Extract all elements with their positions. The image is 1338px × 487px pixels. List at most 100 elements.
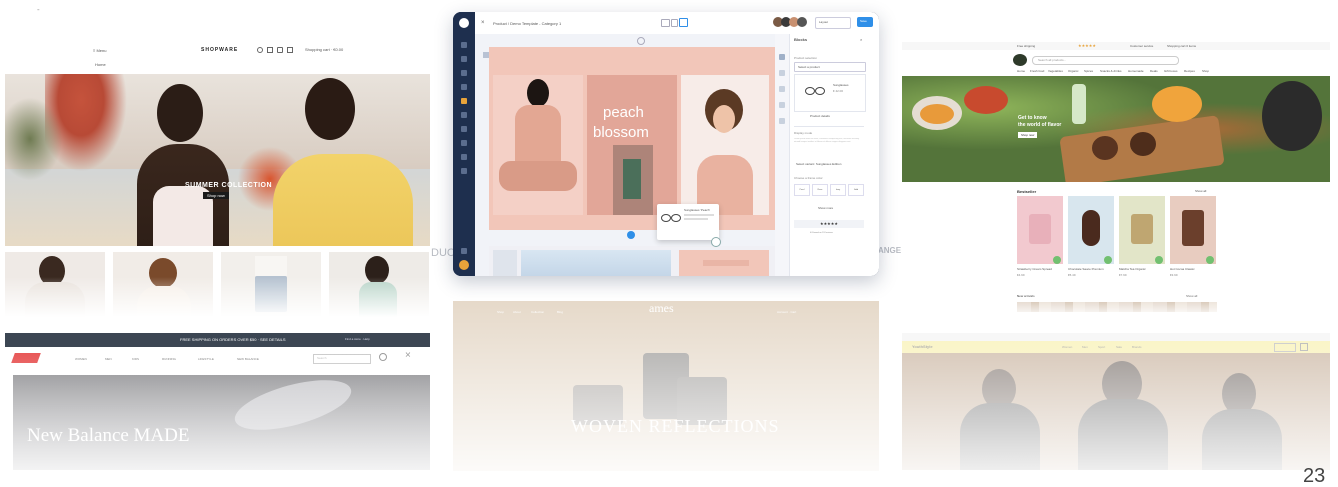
settings-icon[interactable]: [461, 140, 467, 146]
product-thumb-3[interactable]: [221, 252, 321, 317]
nav-link[interactable]: Sale: [1116, 345, 1122, 349]
product-name[interactable]: Matcha Tea Organic: [1119, 267, 1146, 271]
topbar-service[interactable]: Customer service: [1130, 44, 1153, 48]
topbar-cart[interactable]: Shopping cart 0 items: [1167, 44, 1196, 48]
menu-item[interactable]: MEN: [105, 357, 112, 361]
nav-item[interactable]: Recipes: [1184, 69, 1195, 73]
gallery-image-2[interactable]: peach blossom: [587, 75, 677, 215]
layout-select[interactable]: Layout: [815, 17, 851, 29]
menu-item[interactable]: RUNNING: [162, 357, 176, 361]
data-icon[interactable]: [779, 118, 785, 124]
nav-link[interactable]: Men: [1082, 345, 1088, 349]
product-slider-block[interactable]: [489, 246, 776, 276]
settings-icon[interactable]: [637, 37, 645, 45]
cart-summary[interactable]: Shopping cart · €0.00: [305, 47, 343, 52]
extensions-icon[interactable]: [461, 126, 467, 132]
app-logo-icon[interactable]: [459, 18, 469, 28]
close-icon[interactable]: ×: [481, 20, 485, 26]
cart-icon[interactable]: [1300, 343, 1308, 351]
new-arrivals-strip[interactable]: [1017, 302, 1217, 312]
product-card-4[interactable]: [1170, 196, 1216, 264]
navigator-icon[interactable]: [779, 86, 785, 92]
add-section-button[interactable]: [627, 231, 635, 239]
product-preview-card[interactable]: Sunglasses € 42.00: [794, 74, 866, 112]
promo-text[interactable]: FREE SHIPPING ON ORDERS OVER $50 · SEE D…: [180, 337, 286, 342]
search-input[interactable]: [1274, 343, 1296, 352]
nav-home-link[interactable]: Home: [95, 62, 106, 67]
desktop-view-icon[interactable]: [661, 19, 670, 27]
product-name[interactable]: Strawberry Cream Spread: [1017, 267, 1052, 271]
wishlist-icon[interactable]: [277, 47, 283, 53]
hero-shop-button[interactable]: Shop now: [203, 192, 229, 199]
swatch-option[interactable]: Rose: [812, 184, 828, 196]
layout-icon[interactable]: [779, 102, 785, 108]
menu-item[interactable]: WOMEN: [75, 357, 87, 361]
nav-link[interactable]: Sport: [1098, 345, 1105, 349]
store-logo[interactable]: SHOPWARE: [201, 47, 238, 53]
user-avatar[interactable]: [459, 260, 469, 270]
settings-icon[interactable]: [779, 54, 785, 60]
food-hero-banner[interactable]: Get to know the world of flavor Shop now: [902, 76, 1330, 182]
nav-item[interactable]: Deals: [1150, 69, 1158, 73]
product-card-3[interactable]: [1119, 196, 1165, 264]
mobile-view-icon[interactable]: [679, 18, 688, 27]
sales-channel-icon[interactable]: [461, 154, 467, 160]
content-icon[interactable]: [461, 98, 467, 104]
customers-icon[interactable]: [461, 84, 467, 90]
orders-icon[interactable]: [461, 70, 467, 76]
swatch-option[interactable]: Pearl: [794, 184, 810, 196]
cart-icon[interactable]: [287, 47, 293, 53]
food-search-input[interactable]: Search all products...: [1032, 56, 1179, 65]
product-thumb-4[interactable]: [329, 252, 429, 317]
nav-link[interactable]: About: [513, 310, 521, 314]
nav-link[interactable]: Brands: [1132, 345, 1142, 349]
help-icon[interactable]: [461, 248, 467, 254]
nav-item[interactable]: Vegetables: [1048, 69, 1063, 73]
menu-link[interactable]: ≡ Menu: [93, 48, 106, 53]
nav-item[interactable]: Snacks & drinks: [1100, 69, 1122, 73]
nav-item[interactable]: Organic: [1068, 69, 1079, 73]
gallery-image-1[interactable]: [493, 75, 583, 215]
nb-search-input[interactable]: Search: [313, 354, 371, 364]
nav-link[interactable]: Shop: [497, 310, 504, 314]
product-name[interactable]: Chocolate Sauce Premium: [1068, 267, 1104, 271]
tablet-view-icon[interactable]: [671, 19, 678, 27]
product-name[interactable]: Hot Cocoa Classic: [1170, 267, 1195, 271]
account-icon[interactable]: [379, 353, 387, 361]
nb-hero-banner[interactable]: New Balance MADE: [13, 375, 430, 470]
nav-link[interactable]: Women: [1062, 345, 1072, 349]
nb-logo[interactable]: [11, 353, 41, 363]
nav-link[interactable]: Collection: [531, 310, 544, 314]
add-to-cart-icon[interactable]: [1206, 256, 1214, 264]
bestseller-link[interactable]: Show all: [1195, 189, 1206, 193]
new-arrivals-link[interactable]: Show all: [1186, 294, 1197, 298]
food-hero-button[interactable]: Shop now: [1018, 132, 1038, 138]
image-gallery-block[interactable]: peach blossom: [489, 47, 776, 230]
gallery-image-3[interactable]: [681, 75, 769, 215]
save-button[interactable]: Save: [857, 17, 873, 27]
product-select[interactable]: Select a product: [794, 62, 866, 72]
marketing-icon[interactable]: [461, 112, 467, 118]
nav-item[interactable]: Homemade: [1128, 69, 1144, 73]
product-popup[interactable]: Sunglasses 'Peach': [657, 204, 719, 240]
blocks-icon[interactable]: [779, 70, 785, 76]
swatch-option[interactable]: Ivory: [830, 184, 846, 196]
nav-item[interactable]: Shop: [1202, 69, 1209, 73]
menu-item[interactable]: NEW BALANCE: [237, 357, 259, 361]
add-to-cart-icon[interactable]: [1155, 256, 1163, 264]
add-to-cart-icon[interactable]: [1104, 256, 1112, 264]
promo-right-links[interactable]: Find a store · Help: [345, 337, 370, 341]
nav-link[interactable]: Blog: [557, 310, 563, 314]
fitness-brand[interactable]: YouthStyle: [912, 344, 933, 349]
candle-nav-right[interactable]: Account · Cart: [777, 310, 796, 314]
catalog-icon[interactable]: [461, 56, 467, 62]
candle-logo[interactable]: ames: [649, 301, 674, 316]
menu-item[interactable]: KIDS: [132, 357, 139, 361]
nav-item[interactable]: Spices: [1084, 69, 1093, 73]
sales-channel-icon[interactable]: [461, 168, 467, 174]
nav-item[interactable]: Gift boxes: [1164, 69, 1178, 73]
drag-handle[interactable]: [711, 237, 721, 247]
fitness-hero-banner[interactable]: [902, 353, 1330, 470]
dashboard-icon[interactable]: [461, 42, 467, 48]
hero-banner[interactable]: SUMMER COLLECTION Shop now: [5, 74, 430, 246]
